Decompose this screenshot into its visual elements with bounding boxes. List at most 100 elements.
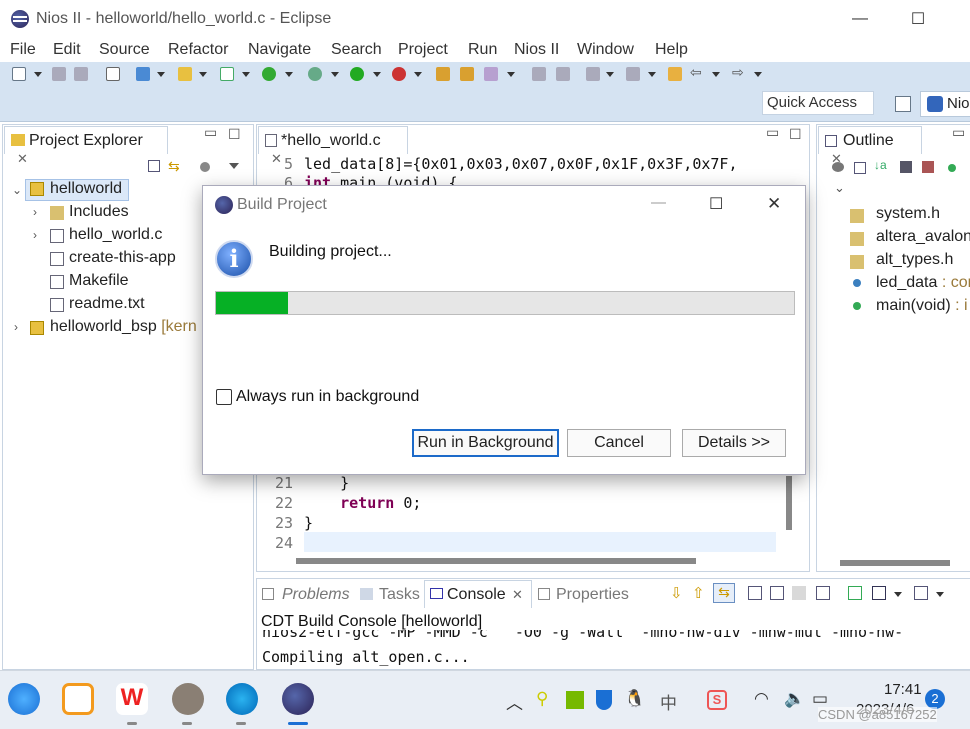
prev-output-icon[interactable]: ⇧ [692,584,705,602]
dialog-maximize-button[interactable]: ☐ [709,194,723,214]
run-dropdown-icon[interactable] [373,72,381,77]
open-folder-icon[interactable] [460,67,474,81]
outline-item-main[interactable]: main(void) : i [876,297,968,315]
tree-item-helloworld-bsp[interactable]: helloworld_bsp [kern [50,318,197,336]
tree-item-helloworld[interactable]: helloworld [50,180,122,198]
dialog-close-button[interactable]: ✕ [767,194,781,214]
new-icon[interactable] [12,67,26,81]
tab-tasks[interactable]: Tasks [379,586,420,604]
photo-app-icon[interactable] [172,683,204,715]
minimize-view-icon[interactable]: ▭ [204,124,217,141]
folder-dropdown-icon[interactable] [199,72,207,77]
chevron-right-icon[interactable]: › [33,228,37,242]
browser-app-icon[interactable] [8,683,40,715]
refresh-icon[interactable] [262,67,276,81]
details-button[interactable]: Details >> [682,429,786,457]
new-project-icon[interactable] [136,67,150,81]
menu-search[interactable]: Search [331,41,382,59]
refresh-dropdown-icon[interactable] [285,72,293,77]
menu-project[interactable]: Project [398,41,448,59]
tree-item-readme[interactable]: readme.txt [69,295,145,313]
outline-item-led-data[interactable]: led_data : cor [876,274,970,292]
tab-problems[interactable]: Problems [282,586,350,604]
clear-console-icon[interactable] [792,586,806,600]
link-editor-icon[interactable]: ⇆ [168,158,184,174]
open-perspective-icon[interactable] [895,96,911,112]
filter-icon[interactable] [832,162,844,172]
sogou-icon[interactable]: S [707,690,727,710]
collapse-all-icon[interactable] [854,162,866,174]
chevron-down-icon[interactable]: ⌄ [834,180,845,196]
new-dropdown-icon[interactable] [34,72,42,77]
menu-run[interactable]: Run [468,41,497,59]
forward-icon[interactable]: ⇨ [732,64,746,80]
external-dropdown-icon[interactable] [414,72,422,77]
run-in-background-button[interactable]: Run in Background [412,429,559,457]
editor-horizontal-scrollbar[interactable] [296,558,696,564]
editor-vertical-scrollbar[interactable] [786,476,792,530]
prev-annotation-icon[interactable] [626,67,640,81]
code-line[interactable]: } [304,514,313,532]
next-annotation-icon[interactable] [586,67,600,81]
save-icon[interactable] [52,67,66,81]
quick-access-input[interactable]: Quick Access [762,91,874,115]
menu-source[interactable]: Source [99,41,150,59]
show-console-icon[interactable] [748,586,762,600]
notification-badge[interactable]: 2 [925,689,945,709]
code-line-return[interactable]: return 0; [304,494,421,512]
outline-item-altera-avalon[interactable]: altera_avalon [876,228,970,246]
tab-hello-world-c[interactable]: *hello_world.c ✕ [258,126,408,166]
open-console-icon[interactable] [914,586,928,600]
chevron-up-icon[interactable]: ︿ [506,689,523,714]
display-console-icon[interactable] [872,586,886,600]
collapse-all-icon[interactable] [148,160,160,172]
brush-icon[interactable] [484,67,498,81]
debug-dropdown-icon[interactable] [331,72,339,77]
menu-window[interactable]: Window [577,41,634,59]
minimize-view-icon[interactable]: ▭ [766,124,779,141]
prev-annotation-dropdown-icon[interactable] [648,72,656,77]
cancel-button[interactable]: Cancel [567,429,671,457]
filter-icon[interactable] [200,162,210,172]
always-background-checkbox[interactable] [216,389,232,405]
minimize-view-icon[interactable]: ▭ [952,124,965,141]
minimize-button[interactable]: — [840,6,880,32]
hide-static-icon[interactable] [922,161,934,173]
menu-help[interactable]: Help [655,41,688,59]
tree-item-hello-world-c[interactable]: hello_world.c [69,226,162,244]
new-project-dropdown-icon[interactable] [157,72,165,77]
next-annotation-dropdown-icon[interactable] [606,72,614,77]
wps-app-icon[interactable]: W [116,683,148,715]
sort-icon[interactable]: ↓a [874,158,887,172]
binary-icon[interactable] [106,67,120,81]
windows-app-icon[interactable] [62,683,94,715]
debug-icon[interactable] [308,67,322,81]
open-type-icon[interactable] [436,67,450,81]
maximize-button[interactable]: ☐ [898,6,938,32]
wifi-icon[interactable]: ◠ [754,689,769,709]
outline-horizontal-scrollbar[interactable] [840,560,950,566]
clock-time[interactable]: 17:41 [884,681,922,698]
pen-icon[interactable] [532,67,546,81]
code-line[interactable]: led_data[8]={0x01,0x03,0x07,0x0F,0x1F,0x… [304,155,776,173]
close-icon[interactable]: ✕ [512,587,523,603]
nios-perspective-button[interactable]: Nio [920,91,970,117]
class-dropdown-icon[interactable] [242,72,250,77]
ime-indicator[interactable]: 中 [660,689,677,714]
maximize-view-icon[interactable]: ☐ [789,126,802,143]
hide-nonpublic-icon[interactable] [948,164,956,172]
forward-dropdown-icon[interactable] [754,72,762,77]
new-class-icon[interactable] [220,67,234,81]
nvidia-icon[interactable] [566,691,584,709]
edge-app-icon[interactable] [226,683,258,715]
save-all-icon[interactable] [74,67,88,81]
maximize-view-icon[interactable]: ☐ [228,126,241,143]
open-console-dropdown-icon[interactable] [936,592,944,597]
chevron-down-icon[interactable]: ⌄ [12,183,22,197]
scroll-lock-icon[interactable]: ⇆ [713,583,735,603]
marker-icon[interactable] [556,67,570,81]
tree-item-includes[interactable]: Includes [69,203,129,221]
pin-console-icon[interactable] [848,586,862,600]
always-background-label[interactable]: Always run in background [236,388,419,406]
remove-launch-icon[interactable] [816,586,830,600]
